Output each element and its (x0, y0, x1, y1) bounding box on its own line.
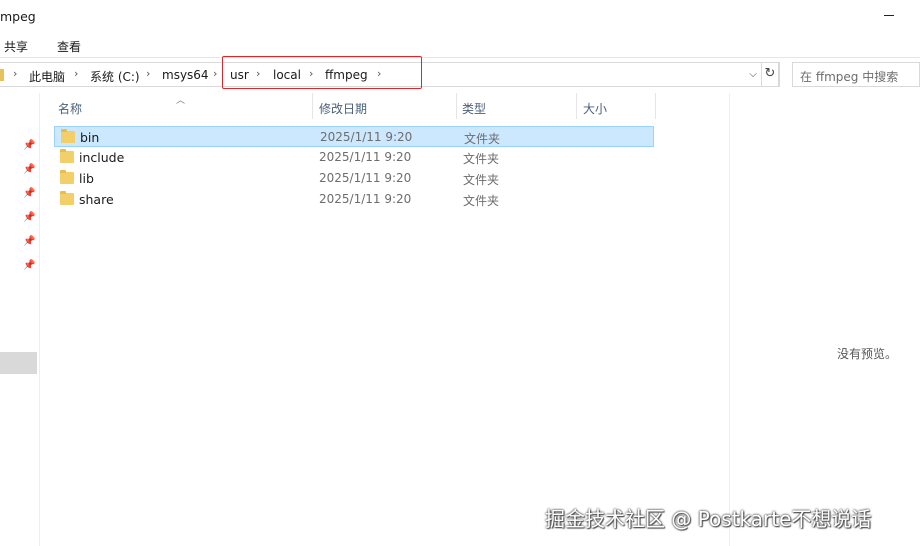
pin-icon[interactable]: 📌 (23, 260, 35, 272)
column-header-modified[interactable]: 修改日期 (319, 100, 367, 117)
window-title: mpeg (0, 9, 36, 24)
tab-view[interactable]: 查看 (57, 38, 81, 55)
file-row-bin[interactable]: bin 2025/1/11 9:20 文件夹 (54, 126, 654, 147)
breadcrumb-this-pc[interactable]: 此电脑 (29, 68, 65, 85)
chevron-right-icon[interactable]: › (146, 67, 150, 80)
search-placeholder: 在 ffmpeg 中搜索 (800, 70, 899, 84)
pin-icon[interactable]: 📌 (23, 212, 35, 224)
column-divider[interactable] (576, 93, 577, 119)
file-row-include[interactable]: include 2025/1/11 9:20 文件夹 (54, 147, 654, 168)
column-divider[interactable] (456, 93, 457, 119)
file-type: 文件夹 (463, 152, 500, 166)
column-header-size[interactable]: 大小 (583, 100, 607, 117)
folder-icon (0, 69, 4, 81)
nav-selected-item[interactable] (0, 352, 37, 374)
column-header-name[interactable]: 名称 (58, 100, 82, 117)
pin-icon[interactable]: 📌 (23, 140, 35, 152)
chevron-right-icon[interactable]: › (13, 67, 17, 80)
pin-icon[interactable]: 📌 (23, 164, 35, 176)
file-type: 文件夹 (463, 173, 500, 187)
file-type: 文件夹 (464, 132, 501, 146)
file-name: share (79, 192, 114, 207)
column-divider[interactable] (655, 93, 656, 119)
preview-pane: 没有预览。 (729, 93, 920, 546)
folder-icon (61, 129, 75, 143)
file-type: 文件夹 (463, 194, 500, 208)
tab-share[interactable]: 共享 (4, 38, 28, 55)
pin-icon[interactable]: 📌 (23, 188, 35, 200)
column-divider[interactable] (312, 93, 313, 119)
file-modified: 2025/1/11 9:20 (319, 150, 412, 164)
chevron-down-icon[interactable]: ⌵ (744, 62, 762, 87)
search-box[interactable]: 在 ffmpeg 中搜索 (792, 62, 920, 87)
file-row-lib[interactable]: lib 2025/1/11 9:20 文件夹 (54, 168, 654, 189)
chevron-right-icon[interactable]: › (74, 67, 78, 80)
title-bar: mpeg (0, 0, 920, 32)
column-header-type[interactable]: 类型 (462, 100, 486, 117)
file-modified: 2025/1/11 9:20 (319, 192, 412, 206)
watermark: 掘金技术社区 @ Postkarte不想说话 (545, 507, 872, 531)
navigation-pane[interactable]: 📌 📌 📌 📌 📌 📌 (0, 93, 40, 546)
ribbon: 共享 查看 (0, 32, 920, 58)
file-modified: 2025/1/11 9:20 (320, 130, 413, 144)
pin-icon[interactable]: 📌 (23, 236, 35, 248)
file-name: lib (79, 171, 94, 186)
refresh-icon[interactable]: ↻ (761, 62, 779, 87)
file-name: bin (80, 130, 100, 145)
folder-icon (60, 149, 74, 163)
preview-empty-text: 没有预览。 (837, 347, 898, 361)
column-headers: 名称 修改日期 类型 大小 (42, 93, 732, 121)
file-row-share[interactable]: share 2025/1/11 9:20 文件夹 (54, 189, 654, 210)
file-modified: 2025/1/11 9:20 (319, 171, 412, 185)
file-name: include (79, 150, 125, 165)
folder-icon (60, 191, 74, 205)
folder-icon (60, 170, 74, 184)
highlight-annotation-box (222, 56, 422, 89)
breadcrumb-msys64[interactable]: msys64 (162, 68, 209, 82)
chevron-right-icon[interactable]: › (213, 67, 217, 80)
minimize-button[interactable] (884, 15, 894, 16)
breadcrumb-system-c[interactable]: 系统 (C:) (90, 68, 140, 85)
